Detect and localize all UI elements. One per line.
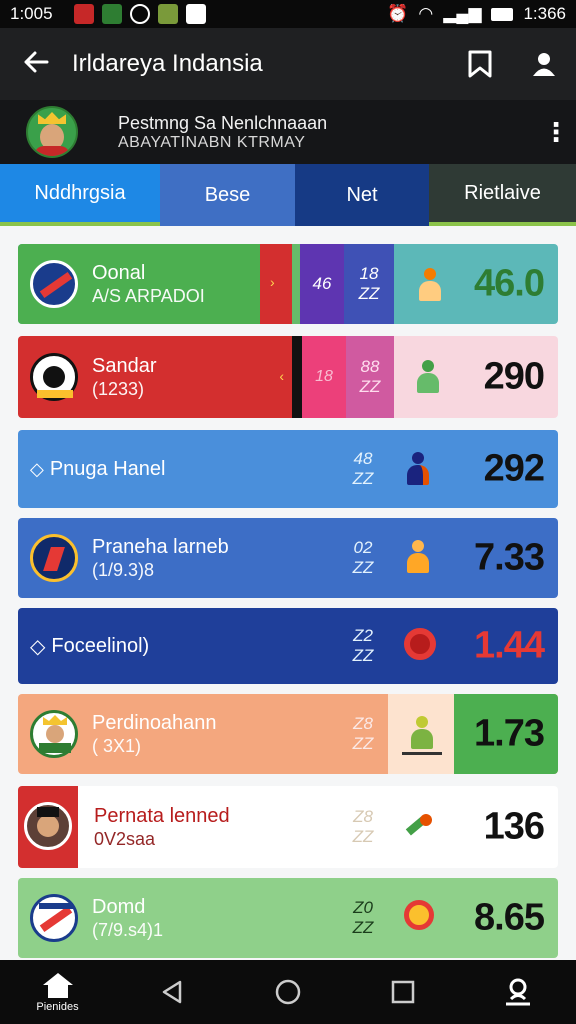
avatar — [24, 802, 72, 850]
person-icon — [404, 452, 432, 486]
team-crest-icon — [30, 710, 78, 758]
list-item[interactable]: ◇ Foceelinol) Z2 ZZ 1.44 — [18, 608, 558, 684]
item-value: 1.44 — [474, 624, 545, 667]
home-circle-icon — [275, 979, 300, 1005]
back-triangle-icon — [162, 980, 181, 1004]
nav-home-circle[interactable] — [230, 960, 345, 1024]
page-title: Irldareya Indansia — [72, 50, 263, 77]
team-crest-icon — [30, 534, 78, 582]
stat-c: Z0 ZZ — [352, 898, 374, 937]
item-value: 290 — [483, 355, 545, 398]
shape-icon — [405, 810, 440, 838]
nav-recents[interactable] — [345, 960, 460, 1024]
list-item[interactable]: Praneha larneb (1/9.3)8 02 ZZ 7.33 — [18, 518, 558, 598]
signal-icon: ▂▄▆ — [443, 4, 482, 23]
item-sub: (7/9.s4)1 — [92, 920, 164, 940]
list-item[interactable]: Domd (7/9.s4)1 Z0 ZZ 8.65 — [18, 878, 558, 958]
tab-bar: Nddhrgsia Bese Net Rietlaive — [0, 164, 576, 226]
item-name: Pnuga Hanel — [49, 458, 166, 480]
app-notification-icon — [158, 4, 178, 24]
tab-nddhrgsia[interactable]: Nddhrgsia — [0, 164, 160, 226]
item-sub: 0V2saa — [94, 829, 156, 849]
shield-icon: ◇ — [30, 458, 44, 479]
alarm-icon: ⏰ — [387, 4, 409, 23]
nav-home[interactable]: Pienides — [0, 960, 115, 1024]
recents-square-icon — [391, 980, 414, 1004]
list-item[interactable]: Oonal A/S ARPADOI › 46 18 ZZ 46.0 — [18, 244, 558, 324]
battery-icon — [491, 7, 514, 21]
stat-c: 48 ZZ — [352, 449, 374, 488]
item-name: Domd — [92, 896, 146, 918]
team-crest-icon — [30, 260, 78, 308]
item-name: Oonal — [92, 262, 146, 284]
shield-icon: ◇ — [30, 635, 46, 658]
target-icon — [404, 628, 436, 660]
stat-c: Z8 ZZ — [352, 807, 374, 846]
bookmark-icon[interactable] — [448, 28, 512, 100]
image-icon — [186, 4, 206, 24]
item-name: Pernata lenned — [94, 805, 230, 827]
stat-c: 02 ZZ — [352, 538, 374, 577]
profile-title: Pestmng Sa Nenlchnaaan — [118, 112, 328, 133]
bottom-nav: Pienides — [0, 960, 576, 1024]
status-time-right: 1:366 — [523, 4, 566, 23]
account-icon — [505, 978, 530, 1006]
stat-c: 88 ZZ — [359, 357, 381, 396]
item-value: 1.73 — [474, 712, 545, 755]
item-value: 292 — [483, 447, 545, 490]
list-item[interactable]: Perdinoahann ( 3X1) Z8 ZZ 1.73 — [18, 694, 558, 774]
notification-icons — [74, 4, 206, 24]
ranking-list: Oonal A/S ARPADOI › 46 18 ZZ 46.0 Sandar — [0, 226, 576, 960]
item-sub: (1233) — [92, 379, 145, 399]
item-name: Perdinoahann — [92, 712, 217, 734]
person-icon — [416, 268, 444, 302]
person-icon — [408, 716, 436, 750]
sync-icon — [130, 4, 150, 24]
target-icon — [404, 900, 434, 930]
item-value: 136 — [483, 805, 545, 848]
stat-c: Z8 ZZ — [352, 714, 374, 753]
stat-c: Z2 ZZ — [352, 626, 374, 665]
tab-rietlaive[interactable]: Rietlaive — [429, 164, 576, 226]
item-sub: (1/9.3)8 — [92, 560, 155, 580]
profile-subtitle: ABAYATINABN KTRMAY — [118, 133, 306, 151]
nav-home-label: Pienides — [36, 1001, 79, 1013]
stat-b: 18 — [315, 368, 333, 385]
arrow-icon: › — [270, 274, 275, 290]
stat-c: 18 ZZ — [358, 264, 380, 303]
tab-bese[interactable]: Bese — [160, 164, 295, 226]
status-bar: 1:005 ⏰ ◠ ▂▄▆ 1:366 — [0, 0, 576, 28]
profile-header: Pestmng Sa Nenlchnaaan ABAYATINABN KTRMA… — [0, 100, 576, 164]
tab-net[interactable]: Net — [295, 164, 429, 226]
home-icon — [42, 973, 73, 998]
team-crest-icon — [30, 894, 78, 942]
item-sub: ( 3X1) — [92, 736, 142, 756]
list-item[interactable]: Pernata lenned 0V2saa Z8 ZZ 136 — [18, 786, 558, 868]
list-item[interactable]: Sandar (1233) ‹ 18 88 ZZ 290 — [18, 336, 558, 418]
avatar[interactable] — [26, 106, 78, 158]
list-item[interactable]: ◇ Pnuga Hanel 48 ZZ 292 — [18, 430, 558, 508]
app-notification-icon — [74, 4, 94, 24]
item-value: 46.0 — [474, 262, 545, 305]
item-sub: A/S ARPADOI — [92, 286, 205, 306]
person-icon — [414, 360, 442, 394]
wifi-icon: ◠ — [418, 4, 434, 23]
item-name: Sandar — [92, 355, 157, 377]
app-bar: Irldareya Indansia — [0, 28, 576, 100]
item-value: 8.65 — [474, 896, 545, 939]
nav-account[interactable] — [460, 960, 575, 1024]
nav-back[interactable] — [115, 960, 230, 1024]
stat-b: 46 — [312, 274, 332, 293]
back-arrow-icon[interactable] — [0, 47, 72, 81]
profile-icon[interactable] — [512, 28, 576, 100]
item-name: Praneha larneb — [92, 536, 229, 558]
status-time: 1:005 — [10, 4, 53, 23]
arrow-icon: ‹ — [279, 368, 284, 384]
app-notification-icon — [102, 4, 122, 24]
more-vert-icon[interactable]: ⋮ — [536, 117, 576, 148]
team-crest-icon — [30, 353, 78, 401]
person-icon — [404, 540, 432, 574]
item-value: 7.33 — [474, 536, 545, 579]
item-name: Foceelinol) — [51, 635, 150, 657]
